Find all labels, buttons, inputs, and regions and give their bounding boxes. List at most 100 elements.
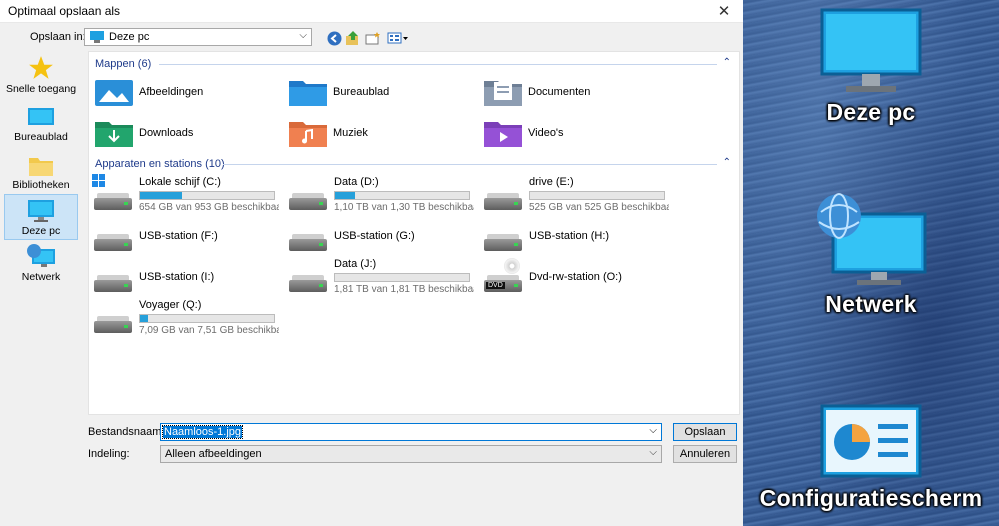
drive-label: Voyager (Q:) [139, 299, 202, 311]
drive-item[interactable]: USB-station (I:) [90, 258, 280, 294]
back-button[interactable] [325, 29, 343, 47]
dvd-drive-icon: DVD [484, 258, 522, 292]
nav-item-desktop[interactable]: Bureaublad [4, 101, 78, 147]
nav-item-label: Deze pc [21, 225, 61, 237]
save-in-value: Deze pc [109, 31, 150, 43]
drive-item[interactable]: Data (D:) 1,10 TB van 1,30 TB beschikbaa… [285, 176, 475, 213]
title-bar[interactable]: Optimaal opslaan als ✕ [0, 0, 743, 23]
format-select[interactable]: Alleen afbeeldingen ⌵ [160, 445, 662, 463]
group-header-folders[interactable]: Mappen (6) [95, 58, 151, 70]
downloads-folder-icon [95, 122, 133, 147]
drive-item[interactable]: Data (J:) 1,81 TB van 1,81 TB beschikbaa… [285, 258, 475, 295]
filename-value: Naamloos-1.jpg [161, 425, 244, 439]
desktop-background: Deze pc Netwerk Configuratiescherm [743, 0, 999, 526]
libraries-icon [29, 158, 53, 176]
nav-item-libraries[interactable]: Bibliotheken [4, 149, 78, 195]
drive-label: Data (D:) [334, 176, 379, 188]
group-header-label: Mappen (6) [95, 58, 152, 70]
nav-item-this-pc[interactable]: Deze pc [4, 194, 78, 240]
collapse-caret-icon[interactable]: ⌃ [723, 157, 731, 168]
format-label: Indeling: [88, 448, 130, 460]
format-value: Alleen afbeeldingen [165, 448, 262, 460]
desktop-icon-label: Configuratiescherm [759, 485, 983, 511]
folder-item[interactable]: Afbeeldingen [95, 78, 203, 106]
chevron-down-icon: ⌵ [649, 447, 657, 458]
drive-label: USB-station (F:) [139, 230, 218, 242]
folder-item[interactable]: Bureaublad [289, 78, 389, 106]
chevron-down-icon: ⌵ [299, 30, 307, 41]
drive-usage-bar [334, 191, 470, 200]
navigation-pane: Snelle toegang Bureaublad Bibliotheken D… [0, 49, 82, 419]
cancel-button[interactable]: Annuleren [673, 445, 737, 463]
drive-label: USB-station (H:) [529, 230, 610, 242]
save-in-combo[interactable]: Deze pc ⌵ [84, 28, 312, 46]
folder-label: Muziek [333, 127, 368, 139]
nav-item-label: Snelle toegang [5, 83, 77, 95]
drive-label: Dvd-rw-station (O:) [529, 271, 622, 283]
usb-drive-icon [289, 227, 327, 251]
filename-input[interactable]: Naamloos-1.jpg ⌵ [160, 423, 662, 441]
view-menu-button[interactable] [386, 29, 410, 47]
back-icon [327, 31, 341, 45]
drive-item[interactable]: USB-station (G:) [285, 217, 475, 253]
drive-capacity: 1,10 TB van 1,30 TB beschikbaar [334, 202, 474, 213]
file-view-pane: Mappen (6) ⌃ Afbeeldingen Bureaublad Doc… [88, 51, 740, 415]
folder-label: Video's [528, 127, 564, 139]
group-header-drives[interactable]: Apparaten en stations (10) [95, 158, 225, 170]
drive-label: drive (E:) [529, 176, 574, 188]
folder-item[interactable]: Downloads [95, 119, 193, 147]
folder-item[interactable]: Muziek [289, 119, 368, 147]
nav-item-label: Netwerk [21, 271, 61, 283]
dvd-badge: DVD [486, 282, 505, 289]
desktop-icon-network[interactable]: Netwerk [761, 192, 981, 318]
close-button[interactable]: ✕ [713, 2, 735, 20]
usb-drive-icon [94, 268, 132, 292]
filename-label: Bestandsnaam: [88, 426, 165, 438]
desktop-icon-this-pc[interactable]: Deze pc [761, 8, 981, 126]
drive-usage-bar [139, 314, 275, 323]
group-divider [223, 164, 717, 165]
hard-drive-icon [94, 309, 132, 333]
up-folder-icon [346, 31, 358, 45]
nav-item-quick-access[interactable]: Snelle toegang [4, 53, 78, 99]
group-header-label: Apparaten en stations (10) [95, 158, 225, 170]
group-divider [159, 64, 717, 65]
folder-label: Downloads [139, 127, 194, 139]
drive-label: Data (J:) [334, 258, 377, 270]
drive-label: USB-station (I:) [139, 271, 215, 283]
drive-item[interactable]: USB-station (F:) [90, 217, 280, 253]
drive-item[interactable]: drive (E:) 525 GB van 525 GB beschikbaar [480, 176, 670, 213]
drive-capacity: 1,81 TB van 1,81 TB beschikbaar [334, 284, 474, 295]
control-panel-icon [820, 404, 922, 478]
drive-capacity: 525 GB van 525 GB beschikbaar [529, 202, 669, 213]
up-folder-button[interactable] [344, 29, 362, 47]
drive-usage-bar [139, 191, 275, 200]
drive-item[interactable]: USB-station (H:) [480, 217, 670, 253]
folder-item[interactable]: Documenten [484, 78, 590, 106]
this-pc-icon [90, 31, 104, 43]
hard-drive-icon [289, 186, 327, 210]
drive-item[interactable]: Voyager (Q:) 7,09 GB van 7,51 GB beschik… [90, 299, 280, 336]
collapse-caret-icon[interactable]: ⌃ [723, 57, 731, 68]
windows-drive-icon [92, 174, 132, 210]
drive-item[interactable]: DVD Dvd-rw-station (O:) [480, 258, 670, 294]
hard-drive-icon [484, 186, 522, 210]
nav-item-network[interactable]: Netwerk [4, 241, 78, 287]
documents-folder-icon [484, 81, 522, 106]
videos-folder-icon [484, 122, 522, 147]
dialog-title: Optimaal opslaan als [8, 4, 121, 18]
folder-label: Documenten [528, 86, 591, 98]
usb-drive-icon [484, 227, 522, 251]
music-folder-icon [289, 122, 327, 147]
desktop-icon [28, 108, 54, 125]
save-button[interactable]: Opslaan [673, 423, 737, 441]
chevron-down-icon[interactable]: ⌵ [649, 425, 657, 436]
save-in-label: Opslaan in: [30, 31, 86, 43]
folder-item[interactable]: Video's [484, 119, 564, 147]
drive-capacity: 7,09 GB van 7,51 GB beschikbaar [139, 325, 279, 336]
desktop-icon-label: Deze pc [826, 99, 916, 125]
desktop-icon-control-panel[interactable]: Configuratiescherm [760, 404, 982, 512]
network-icon [817, 193, 927, 285]
new-folder-button[interactable] [364, 29, 382, 47]
drive-item[interactable]: Lokale schijf (C:) 654 GB van 953 GB bes… [90, 174, 280, 213]
